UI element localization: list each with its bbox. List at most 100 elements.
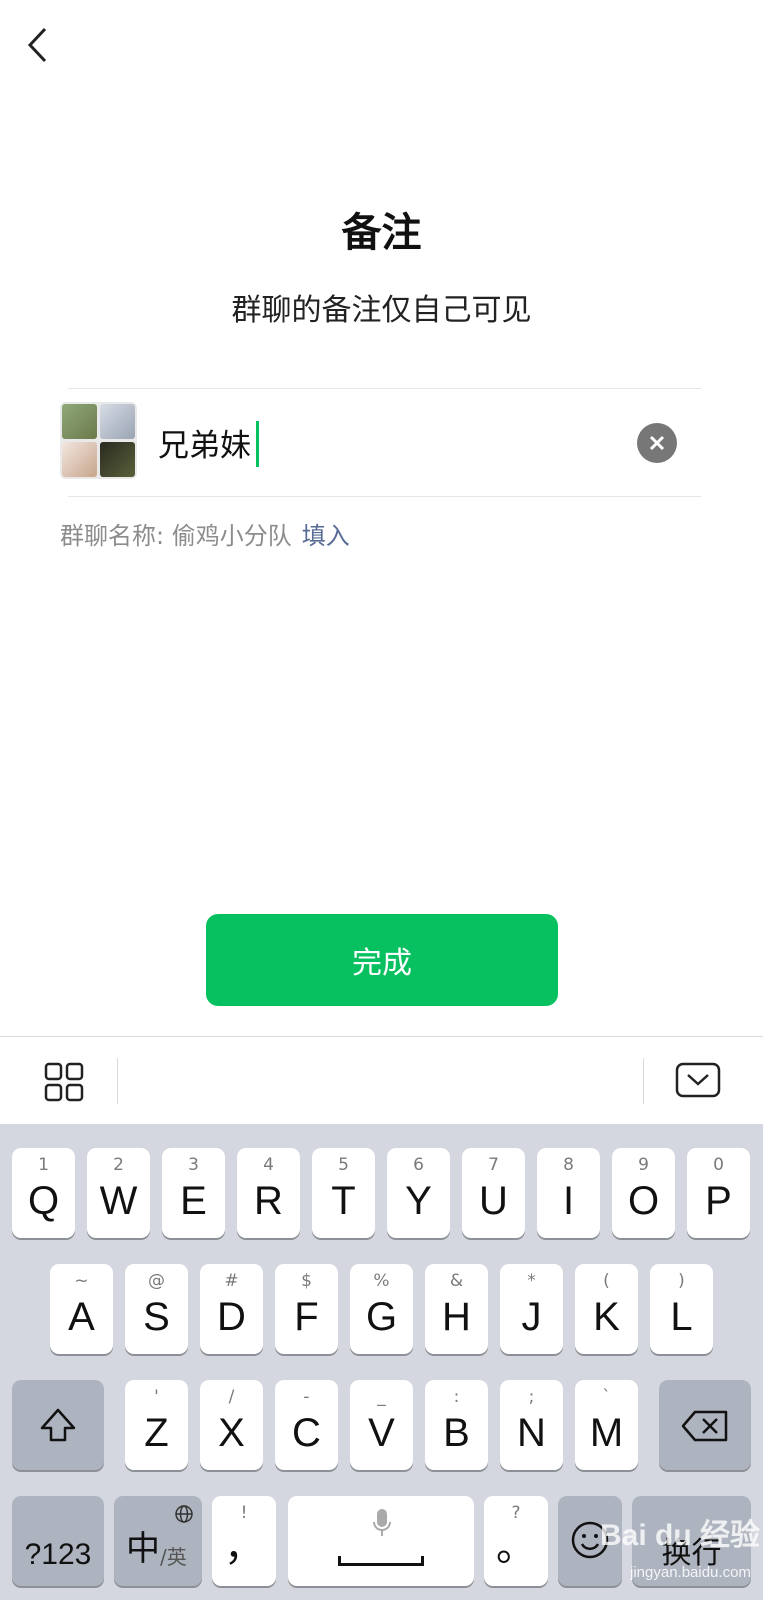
key-secondary-label: / [228, 1387, 235, 1407]
key-secondary-label: 4 [263, 1155, 274, 1175]
key-e[interactable]: 3E [162, 1148, 225, 1238]
member-avatar [62, 404, 97, 439]
key-label: U [479, 1179, 508, 1223]
key-secondary-label: 6 [413, 1155, 424, 1175]
key-f[interactable]: $ F [275, 1264, 338, 1354]
toolbar-divider [643, 1058, 644, 1104]
key-secondary-label: 5 [338, 1155, 349, 1175]
key-i[interactable]: 8I [537, 1148, 600, 1238]
key-label: I [562, 1179, 575, 1223]
language-switch-key[interactable]: 中/英 [114, 1496, 202, 1586]
key-v[interactable]: _ V [350, 1380, 413, 1470]
key-l[interactable]: ) L [650, 1264, 713, 1354]
key-n[interactable]: ; N [500, 1380, 563, 1470]
divider-top [68, 388, 701, 389]
key-w[interactable]: 2W [87, 1148, 150, 1238]
grid-menu-icon[interactable] [44, 1062, 84, 1106]
key-secondary-label: @ [148, 1271, 165, 1291]
done-button[interactable]: 完成 [206, 914, 558, 1006]
key-label: K [593, 1295, 620, 1339]
language-main-label: 中 [126, 1529, 160, 1569]
key-secondary-label: ) [678, 1271, 685, 1291]
key-secondary-label: % [373, 1271, 390, 1291]
key-secondary-label: 7 [488, 1155, 499, 1175]
key-x[interactable]: / X [200, 1380, 263, 1470]
key-label: ， [224, 1525, 264, 1569]
key-u[interactable]: 7U [462, 1148, 525, 1238]
group-name-label: 群聊名称: 偷鸡小分队 [60, 522, 292, 550]
hide-keyboard-icon[interactable] [675, 1062, 721, 1102]
key-c[interactable]: -C [275, 1380, 338, 1470]
key-label: V [368, 1411, 395, 1455]
key-label: X [218, 1411, 245, 1455]
key-secondary-label: 8 [563, 1155, 574, 1175]
fill-in-link[interactable]: 填入 [302, 522, 350, 550]
key-label: J [521, 1295, 542, 1339]
back-button[interactable] [18, 22, 58, 68]
remark-input[interactable] [158, 412, 618, 472]
key-label: B [443, 1411, 470, 1455]
key-secondary-label: 3 [188, 1155, 199, 1175]
key-q[interactable]: 1Q [12, 1148, 75, 1238]
key-label: T [331, 1179, 356, 1223]
key-label: D [217, 1295, 246, 1339]
key-secondary-label: # [224, 1271, 239, 1291]
key-label: S [143, 1295, 170, 1339]
key-secondary-label: - [303, 1387, 310, 1407]
key-label: L [670, 1295, 693, 1339]
numbers-key[interactable]: ?123 [12, 1496, 104, 1586]
key-h[interactable]: & H [425, 1264, 488, 1354]
key-label: F [294, 1295, 319, 1339]
delete-key[interactable] [659, 1380, 751, 1470]
key-secondary-label: 1 [38, 1155, 49, 1175]
key-label: 。 [496, 1525, 536, 1569]
key-secondary-label: ( [603, 1271, 610, 1291]
microphone-icon [373, 1509, 391, 1536]
backspace-icon [681, 1410, 728, 1442]
key-label: Q [27, 1179, 60, 1223]
key-p[interactable]: 0P [687, 1148, 750, 1238]
period-key[interactable]: ?。 [484, 1496, 548, 1586]
key-label: E [180, 1179, 207, 1223]
page-subtitle: 群聊的备注仅自己可见 [231, 293, 532, 328]
space-key[interactable] [288, 1496, 474, 1586]
watermark-logo: Bai du 经验 [600, 1519, 761, 1552]
close-icon [649, 435, 665, 451]
key-g[interactable]: % G [350, 1264, 413, 1354]
comma-key[interactable]: !， [212, 1496, 276, 1586]
key-a[interactable]: ~ A [50, 1264, 113, 1354]
keyboard-toolbar [0, 1036, 763, 1125]
chevron-left-icon [27, 27, 47, 63]
globe-icon [175, 1505, 193, 1523]
key-z[interactable]: ' Z [125, 1380, 188, 1470]
key-o[interactable]: 9O [612, 1148, 675, 1238]
key-secondary-label: & [449, 1271, 464, 1291]
key-secondary-label: ~ [74, 1271, 89, 1291]
key-b[interactable]: :B [425, 1380, 488, 1470]
key-t[interactable]: 5T [312, 1148, 375, 1238]
clear-input-button[interactable] [637, 423, 677, 463]
key-s[interactable]: @ S [125, 1264, 188, 1354]
key-d[interactable]: # D [200, 1264, 263, 1354]
key-label: R [254, 1179, 283, 1223]
member-avatar [62, 442, 97, 477]
key-label: H [442, 1295, 471, 1339]
divider-bottom [68, 496, 701, 497]
key-label: A [68, 1295, 95, 1339]
key-label: W [99, 1179, 138, 1223]
key-secondary-label: 2 [113, 1155, 124, 1175]
member-avatar [100, 404, 135, 439]
toolbar-divider [117, 1058, 118, 1104]
key-label: C [292, 1411, 321, 1455]
key-secondary-label: ; [528, 1387, 535, 1407]
key-secondary-label: $ [301, 1271, 312, 1291]
group-avatar [60, 402, 137, 479]
member-avatar [100, 442, 135, 477]
shift-icon [40, 1408, 76, 1442]
key-k[interactable]: (K [575, 1264, 638, 1354]
key-m[interactable]: ` M [575, 1380, 638, 1470]
key-r[interactable]: 4R [237, 1148, 300, 1238]
shift-key[interactable] [12, 1380, 104, 1470]
key-j[interactable]: * J [500, 1264, 563, 1354]
key-y[interactable]: 6Y [387, 1148, 450, 1238]
